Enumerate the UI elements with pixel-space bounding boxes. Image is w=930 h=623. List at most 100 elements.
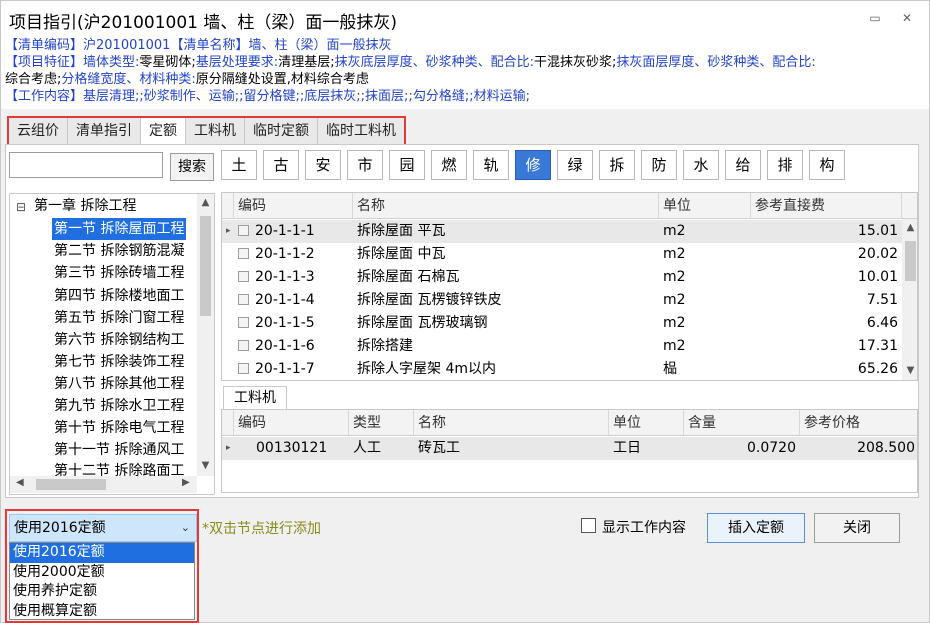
column-header[interactable]: 含量 (684, 410, 800, 436)
category-button[interactable]: 市 (347, 150, 383, 180)
column-header[interactable]: 名称 (353, 193, 659, 219)
close-button[interactable]: 关闭 (814, 513, 900, 543)
column-header[interactable]: 类型 (349, 410, 414, 436)
category-button[interactable]: 燃 (431, 150, 467, 180)
search-input[interactable] (9, 152, 163, 178)
column-header[interactable]: 单位 (609, 410, 684, 436)
window-title: 项目指引(沪201001001 墙、柱（梁）面一般抹灰) (9, 13, 398, 33)
scroll-thumb[interactable] (905, 241, 916, 281)
title-bar: 项目指引(沪201001001 墙、柱（梁）面一般抹灰) ▭ ✕ (1, 1, 929, 37)
tab-sub-materials[interactable]: 工料机 (223, 386, 287, 410)
scroll-down-icon[interactable]: ▼ (902, 365, 917, 376)
info-line-1: 【清单编码】沪201001001【清单名称】墙、柱（梁）面一般抹灰 (5, 38, 392, 53)
search-button[interactable]: 搜索 (170, 153, 214, 181)
add-hint: *双击节点进行添加 (202, 521, 321, 537)
tree-collapse-icon[interactable]: ⊟ (16, 196, 26, 218)
scroll-up-icon[interactable]: ▲ (902, 222, 917, 233)
show-work-content-checkbox[interactable] (581, 518, 596, 533)
row-indicator-icon: ▸ (226, 443, 231, 453)
tree-item[interactable]: 第三节 拆除砖墙工程 (54, 262, 184, 284)
tree-root[interactable]: 第一章 拆除工程 (34, 195, 136, 217)
chapter-tree: ⊟ 第一章 拆除工程 第一节 拆除屋面工程 第二节 拆除钢筋混凝 第三节 拆除砖… (9, 193, 215, 495)
column-header[interactable]: 参考直接费 (751, 193, 902, 219)
tab-materials[interactable]: 工料机 (186, 118, 245, 144)
tree-vertical-scrollbar[interactable]: ▲ ▼ (197, 194, 214, 476)
category-button[interactable]: 园 (389, 150, 425, 180)
table-row[interactable]: ▸ 20-1-1-1 拆除屋面 平瓦 m2 15.01 (222, 220, 902, 243)
row-checkbox[interactable] (238, 317, 249, 328)
category-button[interactable]: 拆 (599, 150, 635, 180)
tree-item[interactable]: 第十一节 拆除通风工 (54, 439, 184, 461)
tree-item[interactable]: 第二节 拆除钢筋混凝 (54, 240, 184, 262)
column-header[interactable]: 名称 (414, 410, 609, 436)
tab-cloud-pricing[interactable]: 云组价 (9, 118, 68, 144)
category-bar: 土 古 安 市 园 燃 轨 修 绿 拆 防 水 给 排 构 (221, 150, 851, 180)
category-button[interactable]: 给 (725, 150, 761, 180)
show-work-content-label: 显示工作内容 (602, 520, 686, 536)
table-row[interactable]: ▸ 00130121 人工 砖瓦工 工日 0.0720 208.500 (222, 437, 917, 460)
category-button[interactable]: 安 (305, 150, 341, 180)
table-row[interactable]: 20-1-1-7 拆除人字屋架 4m以内 榀 65.26 (222, 358, 902, 380)
bill-info-panel: 【清单编码】沪201001001【清单名称】墙、柱（梁）面一般抹灰 【项目特征】… (1, 37, 929, 109)
category-button[interactable]: 构 (809, 150, 845, 180)
row-checkbox[interactable] (238, 340, 249, 351)
main-tabs: 云组价 清单指引 定额 工料机 临时定额 临时工料机 (7, 116, 406, 146)
tree-item[interactable]: 第七节 拆除装饰工程 (54, 351, 184, 373)
tree-item[interactable]: 第一节 拆除屋面工程 (52, 218, 187, 240)
column-header[interactable]: 单位 (659, 193, 751, 219)
category-button[interactable]: 土 (221, 150, 257, 180)
info-line-2: 【项目特征】墙体类型:零星砌体;基层处理要求:清理基层;抹灰底层厚度、砂浆种类、… (5, 55, 816, 70)
category-button[interactable]: 防 (641, 150, 677, 180)
tab-bill-guide[interactable]: 清单指引 (68, 118, 141, 144)
scroll-thumb[interactable] (200, 216, 211, 316)
tab-quota[interactable]: 定额 (141, 118, 186, 144)
scroll-right-icon[interactable]: ▶ (182, 477, 190, 488)
scroll-down-icon[interactable]: ▼ (197, 460, 214, 471)
category-button-active[interactable]: 修 (515, 150, 551, 180)
category-button[interactable]: 古 (263, 150, 299, 180)
info-line-4: 【工作内容】基层清理;;砂浆制作、运输;;留分格键;;底层抹灰;;抹面层;;勾分… (5, 89, 530, 104)
close-icon[interactable]: ✕ (899, 11, 915, 25)
tree-item[interactable]: 第四节 拆除楼地面工 (54, 285, 184, 307)
dialog-window: 项目指引(沪201001001 墙、柱（梁）面一般抹灰) ▭ ✕ 【清单编码】沪… (0, 0, 930, 623)
table-row[interactable]: 20-1-1-5 拆除屋面 瓦楞玻璃钢 m2 6.46 (222, 312, 902, 335)
tab-temp-quota[interactable]: 临时定额 (245, 118, 318, 144)
row-indicator-icon: ▸ (226, 226, 231, 236)
header-filler (902, 193, 917, 219)
row-checkbox[interactable] (238, 225, 249, 236)
material-table: 编码 类型 名称 单位 含量 参考价格 ▸ 00130121 人工 砖瓦工 工日… (221, 409, 918, 493)
category-button[interactable]: 轨 (473, 150, 509, 180)
column-header[interactable]: 编码 (234, 410, 349, 436)
tree-horizontal-scrollbar[interactable]: ◀ ▶ (10, 476, 197, 493)
info-line-3: 综合考虑;分格缝宽度、材料种类:原分隔缝处设置,材料综合考虑 (5, 72, 369, 87)
highlight-box (5, 509, 199, 623)
quota-table: 编码 名称 单位 参考直接费 ▸ 20-1-1-1 拆除屋面 平瓦 m2 15.… (221, 192, 918, 381)
table-row[interactable]: 20-1-1-6 拆除搭建 m2 17.31 (222, 335, 902, 358)
tree-item[interactable]: 第五节 拆除门窗工程 (54, 307, 184, 329)
row-indicator-header (222, 193, 234, 219)
tab-temp-materials[interactable]: 临时工料机 (318, 118, 404, 144)
column-header[interactable]: 参考价格 (800, 410, 917, 436)
table-row[interactable]: 20-1-1-3 拆除屋面 石棉瓦 m2 10.01 (222, 266, 902, 289)
column-header[interactable]: 编码 (234, 193, 353, 219)
category-button[interactable]: 水 (683, 150, 719, 180)
row-checkbox[interactable] (238, 363, 249, 374)
table-row[interactable]: 20-1-1-2 拆除屋面 中瓦 m2 20.02 (222, 243, 902, 266)
row-indicator-header (222, 410, 234, 436)
insert-quota-button[interactable]: 插入定额 (707, 513, 805, 543)
category-button[interactable]: 绿 (557, 150, 593, 180)
tree-item[interactable]: 第八节 拆除其他工程 (54, 373, 184, 395)
quota-vertical-scrollbar[interactable]: ▲ ▼ (902, 219, 917, 380)
scroll-left-icon[interactable]: ◀ (16, 477, 24, 488)
restore-icon[interactable]: ▭ (867, 11, 883, 25)
tree-item[interactable]: 第十节 拆除电气工程 (54, 417, 184, 439)
table-row[interactable]: 20-1-1-4 拆除屋面 瓦楞镀锌铁皮 m2 7.51 (222, 289, 902, 312)
category-button[interactable]: 排 (767, 150, 803, 180)
row-checkbox[interactable] (238, 294, 249, 305)
scroll-up-icon[interactable]: ▲ (197, 197, 214, 208)
tree-item[interactable]: 第九节 拆除水卫工程 (54, 395, 184, 417)
scroll-thumb[interactable] (36, 479, 106, 490)
row-checkbox[interactable] (238, 248, 249, 259)
row-checkbox[interactable] (238, 271, 249, 282)
tree-item[interactable]: 第六节 拆除钢结构工 (54, 329, 184, 351)
